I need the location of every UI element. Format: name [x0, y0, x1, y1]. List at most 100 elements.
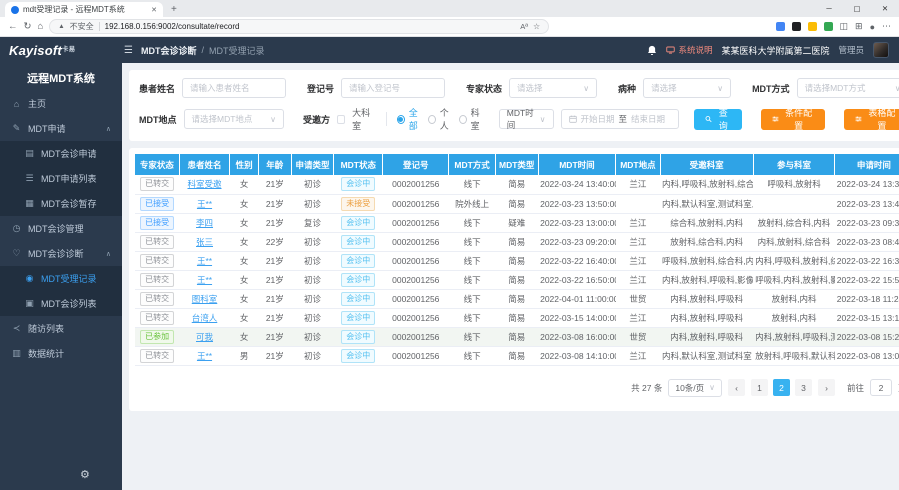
expert-status-tag: 已转交 — [140, 273, 174, 287]
visit-type-cell: 初诊 — [291, 289, 334, 308]
tab-close-icon[interactable]: ✕ — [151, 6, 157, 14]
more-menu-icon[interactable]: ⋯ — [882, 21, 891, 32]
back-icon[interactable]: ← — [8, 21, 18, 32]
mdt-location-select[interactable]: 请选择MDT地点∨ — [184, 109, 285, 129]
patient-name-link[interactable]: 可我 — [196, 332, 213, 342]
system-note-link[interactable]: 系统说明 — [666, 44, 712, 56]
visit-type-cell: 初诊 — [291, 232, 334, 251]
menu-item-label: MDT申请 — [28, 122, 66, 135]
condition-config-button[interactable]: 条件配置 — [761, 109, 825, 130]
mdt-type-cell: 简易 — [495, 289, 538, 308]
bell-icon[interactable] — [647, 45, 657, 56]
radio-个人[interactable] — [428, 115, 436, 124]
next-page-button[interactable]: › — [818, 379, 835, 396]
column-header: 申请类型 — [291, 154, 334, 175]
table-row[interactable]: 已接受 王** 女 21岁 初诊 未接受 0002001256 院外线上 简易 … — [135, 194, 899, 213]
patient-name-link[interactable]: 王** — [197, 351, 212, 361]
radio-全部[interactable] — [397, 115, 405, 124]
mdt-location-cell: 兰江 — [616, 213, 660, 232]
favorite-star-icon[interactable]: ☆ — [533, 22, 540, 31]
sidebar-item-mdt-consult-list[interactable]: ▣ MDT会诊列表 — [0, 291, 122, 316]
sidebar-item-mdt-consult-diagnose[interactable]: ♡ MDT会诊诊断 ∧ — [0, 241, 122, 266]
registry-input[interactable] — [341, 78, 445, 98]
table-row[interactable]: 已转交 图科室 女 21岁 初诊 会诊中 0002001256 线下 简易 20… — [135, 289, 899, 308]
expert-status-select[interactable]: 请选择∨ — [509, 78, 597, 98]
extension-icon[interactable] — [776, 22, 785, 31]
page-button-3[interactable]: 3 — [795, 379, 812, 396]
settings-gear-icon[interactable]: ⚙ — [80, 468, 90, 481]
sidebar-collapse-icon[interactable]: ☰ — [124, 45, 133, 56]
time-type-select[interactable]: MDT时间∨ — [499, 109, 554, 129]
page-size-select[interactable]: 10条/页∨ — [668, 379, 722, 397]
collections-icon[interactable]: ⊞ — [855, 21, 863, 32]
sidebar-item-mdt-consult-apply[interactable]: ▤ MDT会诊申请 — [0, 141, 122, 166]
patient-name-link[interactable]: 王** — [197, 256, 212, 266]
date-range-picker[interactable]: 开始日期 至 结束日期 — [561, 109, 679, 129]
age-cell: 21岁 — [258, 289, 291, 308]
joined-depts-cell: 放射科,内科 — [753, 308, 835, 327]
sidebar-item-mdt-apply[interactable]: ✎ MDT申请 ∧ — [0, 116, 122, 141]
prev-page-button[interactable]: ‹ — [728, 379, 745, 396]
patient-name-link[interactable]: 图科室 — [192, 294, 218, 304]
mdt-status-tag: 会诊中 — [341, 235, 375, 249]
patient-name-link[interactable]: 李四 — [196, 218, 213, 228]
page-button-1[interactable]: 1 — [751, 379, 768, 396]
page-button-2[interactable]: 2 — [773, 379, 790, 396]
mdt-mode-select[interactable]: 请选择MDT方式∨ — [797, 78, 899, 98]
sidebar-item-followup-list[interactable]: ≺ 随访列表 — [0, 316, 122, 341]
sidebar-item-mdt-consult-draft[interactable]: ▦ MDT会诊暂存 — [0, 191, 122, 216]
column-header: 年龄 — [258, 154, 291, 175]
expert-status-tag: 已转交 — [140, 235, 174, 249]
sidebar-item-mdt-apply-list[interactable]: ☰ MDT申请列表 — [0, 166, 122, 191]
table-row[interactable]: 已接受 李四 女 21岁 复诊 会诊中 0002001256 线下 疑难 202… — [135, 213, 899, 232]
table-config-button[interactable]: 表格配置 — [844, 109, 899, 130]
joined-depts-cell: 呼吸科,内科,放射科,影像科 — [753, 270, 835, 289]
table-row[interactable]: 已转交 科室受邀 女 21岁 初诊 会诊中 0002001256 线下 简易 2… — [135, 175, 899, 194]
window-close-button[interactable]: ✕ — [871, 0, 899, 17]
window-minimize-button[interactable]: ─ — [815, 0, 843, 17]
extension-icon[interactable] — [808, 22, 817, 31]
mdt-type-cell: 简易 — [495, 346, 538, 365]
new-tab-button[interactable]: + — [171, 4, 177, 17]
mdt-location-cell: 兰江 — [616, 232, 660, 251]
patient-name-link[interactable]: 张三 — [196, 237, 213, 247]
table-row[interactable]: 已转交 台湾人 女 21岁 初诊 会诊中 0002001256 线下 简易 20… — [135, 308, 899, 327]
goto-page-input[interactable] — [870, 379, 892, 396]
visit-type-cell: 初诊 — [291, 346, 334, 365]
patient-name-link[interactable]: 科室受邀 — [188, 179, 222, 189]
table-row[interactable]: 已转交 王** 女 21岁 初诊 会诊中 0002001256 线下 简易 20… — [135, 251, 899, 270]
sidebar-item-data-stats[interactable]: ▥ 数据统计 — [0, 341, 122, 366]
patient-name-link[interactable]: 王** — [197, 275, 212, 285]
apply-time-cell: 2022-03-15 13:16:26 — [835, 308, 899, 327]
disease-select[interactable]: 请选择∨ — [643, 78, 731, 98]
split-screen-icon[interactable]: ◫ — [840, 21, 849, 32]
big-dept-checkbox[interactable] — [337, 115, 345, 124]
table-row[interactable]: 已参加 可我 女 21岁 初诊 会诊中 0002001256 线下 简易 202… — [135, 327, 899, 346]
radio-科室[interactable] — [459, 115, 467, 124]
read-aloud-icon[interactable]: Aª — [520, 22, 528, 31]
sidebar-item-home[interactable]: ⌂ 主页 — [0, 91, 122, 116]
age-cell: 21岁 — [258, 327, 291, 346]
table-row[interactable]: 已转交 王** 女 21岁 初诊 会诊中 0002001256 线下 简易 20… — [135, 270, 899, 289]
search-button[interactable]: 查询 — [694, 109, 742, 130]
user-avatar[interactable] — [873, 42, 889, 58]
age-cell: 21岁 — [258, 175, 291, 194]
breadcrumb: MDT会诊诊断 / MDT受理记录 — [141, 44, 265, 57]
sidebar-item-mdt-consult-manage[interactable]: ◷ MDT会诊管理 — [0, 216, 122, 241]
sidebar-item-mdt-accept-record[interactable]: ◉ MDT受理记录 — [0, 266, 122, 291]
address-bar[interactable]: ▲ 不安全 192.168.0.156:9002/consultate/reco… — [49, 19, 549, 34]
table-row[interactable]: 已转交 王** 男 21岁 初诊 会诊中 0002001256 线下 简易 20… — [135, 346, 899, 365]
patient-name-link[interactable]: 王** — [197, 199, 212, 209]
patient-name-link[interactable]: 台湾人 — [192, 313, 218, 323]
profile-avatar[interactable]: ● — [870, 22, 875, 32]
reload-icon[interactable]: ↻ — [24, 21, 32, 32]
extension-icon[interactable] — [792, 22, 801, 31]
mdt-time-cell: 2022-03-22 16:40:00 — [538, 251, 616, 270]
breadcrumb-current: MDT受理记录 — [209, 44, 265, 57]
home-icon[interactable]: ⌂ — [37, 21, 43, 32]
patient-name-input[interactable] — [182, 78, 286, 98]
extension-icon[interactable] — [824, 22, 833, 31]
browser-tab[interactable]: mdt受理记录 - 远程MDT系统 ✕ — [5, 2, 163, 17]
table-row[interactable]: 已转交 张三 女 22岁 初诊 会诊中 0002001256 线下 简易 202… — [135, 232, 899, 251]
window-maximize-button[interactable]: ▢ — [843, 0, 871, 17]
